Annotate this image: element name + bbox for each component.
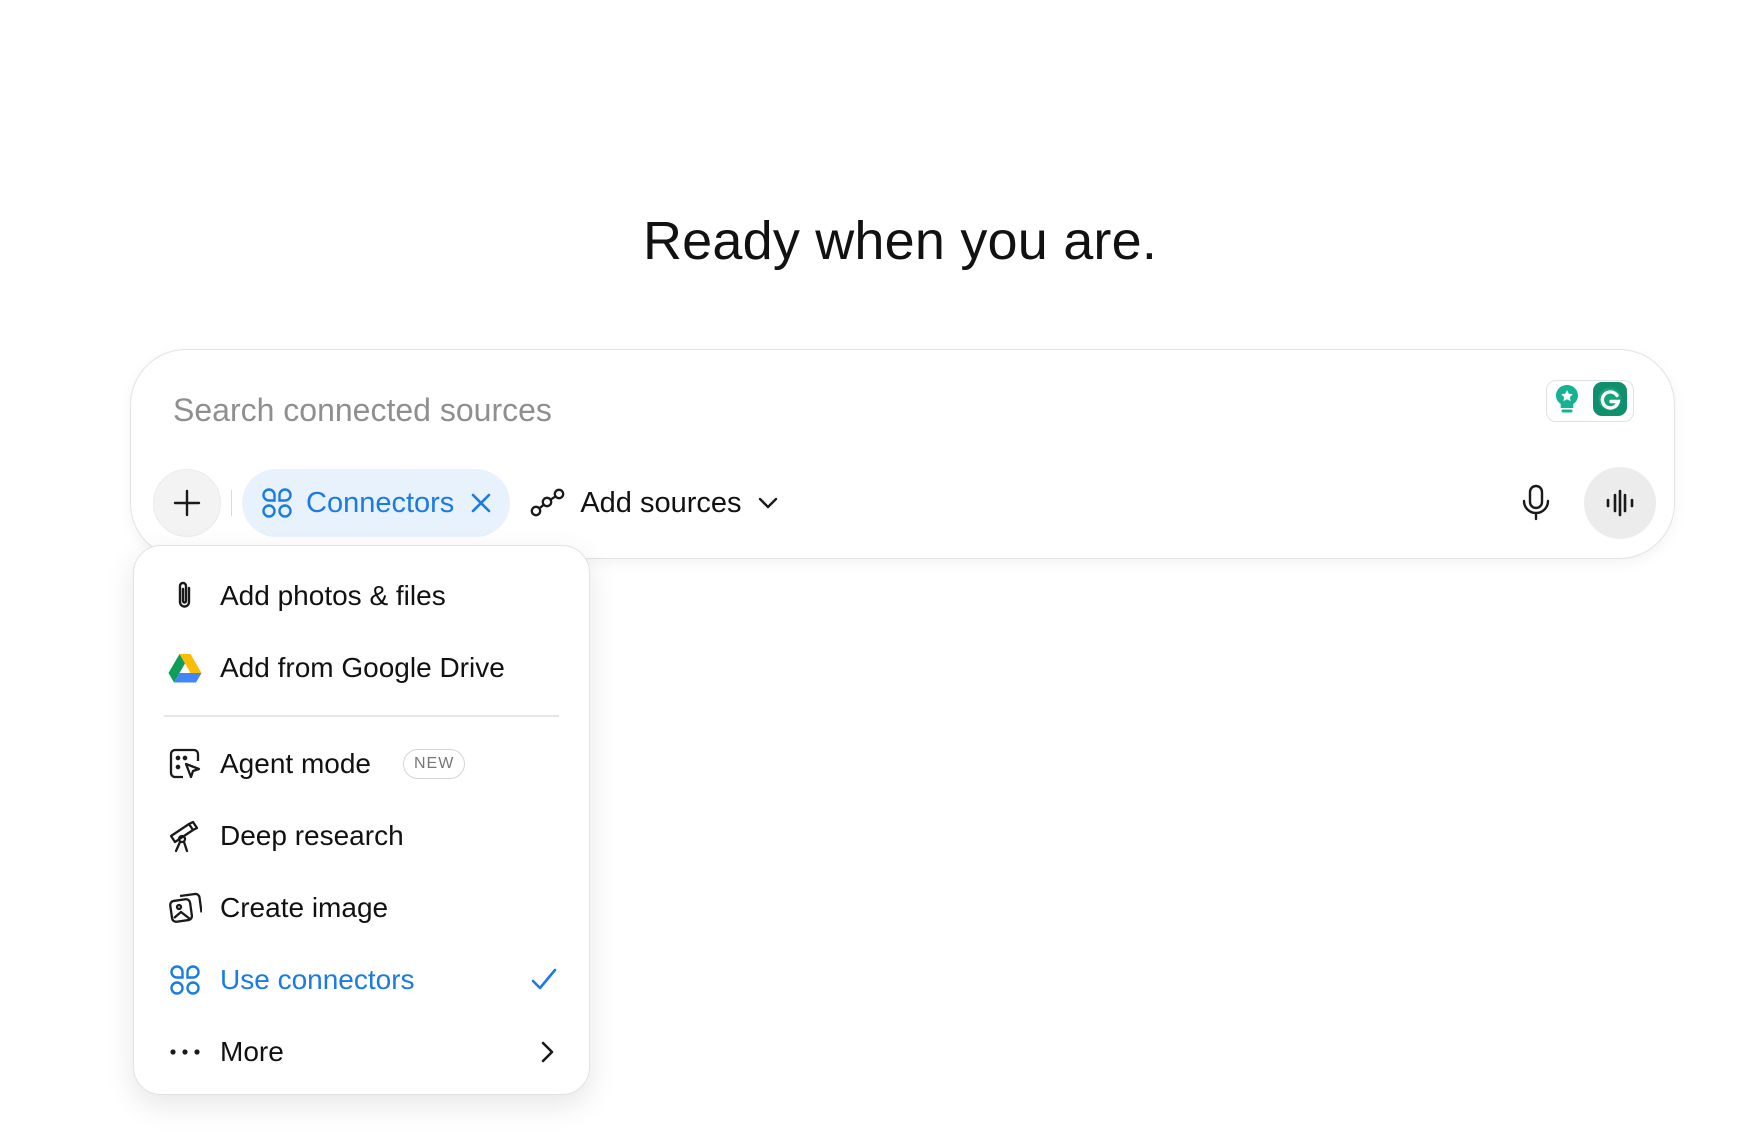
add-sources-label: Add sources xyxy=(580,486,742,519)
extension-badges xyxy=(1546,380,1634,422)
search-input[interactable] xyxy=(173,380,1373,440)
chevron-right-icon xyxy=(535,1040,559,1064)
composer: Connectors Add sources xyxy=(130,349,1675,559)
add-button[interactable] xyxy=(153,469,221,537)
menu-item-label: Create image xyxy=(220,891,389,923)
page-title: Ready when you are. xyxy=(642,211,1158,271)
connectors-icon xyxy=(168,963,202,997)
voice-waveform-icon xyxy=(1606,489,1634,517)
connectors-chip-label: Connectors xyxy=(306,486,455,519)
new-badge: NEW xyxy=(403,748,466,779)
microphone-icon xyxy=(1522,484,1550,521)
menu-item-more[interactable]: More xyxy=(134,1016,589,1088)
add-sources-button[interactable]: Add sources xyxy=(510,469,799,537)
grammarly-icon[interactable] xyxy=(1592,381,1628,422)
agent-cursor-icon xyxy=(168,747,202,781)
plus-icon xyxy=(173,489,201,517)
menu-item-label: Deep research xyxy=(220,819,404,851)
telescope-icon xyxy=(168,819,202,853)
dictate-button[interactable] xyxy=(1502,469,1570,537)
dots-icon xyxy=(168,1035,202,1069)
image-icon xyxy=(168,891,202,925)
composer-toolbar: Connectors Add sources xyxy=(153,467,1656,539)
menu-item-add-photos-files[interactable]: Add photos & files xyxy=(134,560,589,632)
close-icon[interactable] xyxy=(470,492,492,514)
lightbulb-icon[interactable] xyxy=(1553,383,1581,420)
menu-item-label: Add from Google Drive xyxy=(220,652,505,683)
voice-mode-button[interactable] xyxy=(1584,467,1656,539)
toolbar-divider xyxy=(231,490,232,516)
menu-item-label: Agent mode xyxy=(220,747,371,779)
add-menu: Add photos & files Add from Google Drive xyxy=(133,545,590,1095)
menu-item-add-from-google-drive[interactable]: Add from Google Drive xyxy=(134,632,589,704)
checkmark-icon xyxy=(529,965,559,995)
menu-divider xyxy=(164,715,559,717)
chevron-down-icon xyxy=(758,497,777,509)
paperclip-icon xyxy=(168,579,202,613)
connectors-icon xyxy=(262,488,292,518)
menu-item-deep-research[interactable]: Deep research xyxy=(134,800,589,872)
menu-item-create-image[interactable]: Create image xyxy=(134,872,589,944)
menu-item-label: Use connectors xyxy=(220,963,415,995)
menu-item-use-connectors[interactable]: Use connectors xyxy=(134,944,589,1016)
menu-item-label: More xyxy=(220,1035,284,1067)
google-drive-icon xyxy=(168,651,202,685)
connectors-chip[interactable]: Connectors xyxy=(242,469,511,537)
sources-icon xyxy=(530,488,565,517)
menu-item-label: Add photos & files xyxy=(220,580,446,611)
menu-item-agent-mode[interactable]: Agent mode NEW xyxy=(134,728,589,800)
